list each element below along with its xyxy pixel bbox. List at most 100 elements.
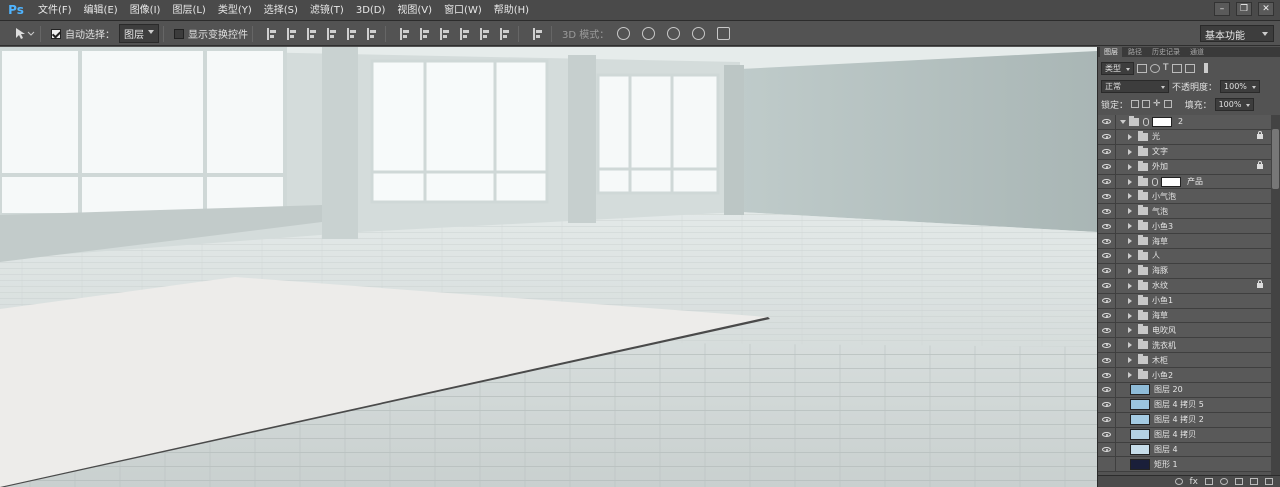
expand-closed-icon[interactable] bbox=[1128, 223, 1135, 230]
layer-row[interactable]: 小鱼2 bbox=[1098, 368, 1271, 384]
distribute-bottom-icon[interactable] bbox=[440, 27, 450, 40]
filter-pixel-icon[interactable] bbox=[1137, 63, 1147, 73]
visibility-eye-icon[interactable] bbox=[1098, 412, 1116, 427]
menu-item[interactable]: 视图(V) bbox=[391, 0, 438, 21]
layer-row[interactable]: 2 bbox=[1098, 115, 1271, 130]
distribute-vcenter-icon[interactable] bbox=[420, 27, 430, 40]
menu-item[interactable]: 滤镜(T) bbox=[304, 0, 350, 21]
distribute-top-icon[interactable] bbox=[400, 27, 410, 40]
layer-row[interactable]: 海草 bbox=[1098, 234, 1271, 250]
layer-row[interactable]: 文字 bbox=[1098, 144, 1271, 160]
expand-closed-icon[interactable] bbox=[1128, 163, 1135, 170]
blend-mode-dropdown[interactable]: 正常 bbox=[1101, 79, 1169, 93]
expand-closed-icon[interactable] bbox=[1128, 238, 1135, 245]
menu-item[interactable]: 3D(D) bbox=[350, 0, 392, 21]
layer-row[interactable]: 水纹 bbox=[1098, 278, 1271, 294]
new-layer-icon[interactable] bbox=[1250, 478, 1258, 485]
menu-item[interactable]: 类型(Y) bbox=[212, 0, 258, 21]
minimize-button[interactable]: – bbox=[1214, 2, 1230, 16]
visibility-eye-icon[interactable] bbox=[1098, 174, 1116, 189]
lock-image-icon[interactable] bbox=[1142, 100, 1151, 108]
expand-closed-icon[interactable] bbox=[1128, 148, 1135, 155]
layers-scrollbar[interactable] bbox=[1271, 115, 1280, 476]
visibility-eye-icon[interactable] bbox=[1098, 308, 1116, 323]
distribute-left-icon[interactable] bbox=[460, 27, 470, 40]
filter-kind-dropdown[interactable]: 类型 bbox=[1101, 61, 1134, 75]
slide-3d-icon[interactable] bbox=[692, 27, 706, 40]
layer-row[interactable]: 外加 bbox=[1098, 159, 1271, 175]
expand-closed-icon[interactable] bbox=[1128, 357, 1135, 364]
link-layers-icon[interactable] bbox=[1174, 478, 1183, 485]
filter-adjustment-icon[interactable] bbox=[1150, 63, 1160, 73]
visibility-eye-icon[interactable] bbox=[1098, 368, 1116, 383]
panel-tab[interactable]: 路径 bbox=[1124, 47, 1146, 57]
distribute-right-icon[interactable] bbox=[500, 27, 510, 40]
workspace-dropdown[interactable]: 基本功能 bbox=[1200, 25, 1274, 42]
delete-layer-icon[interactable] bbox=[1265, 478, 1273, 485]
expand-closed-icon[interactable] bbox=[1128, 372, 1135, 379]
visibility-eye-icon[interactable] bbox=[1098, 219, 1116, 234]
expand-closed-icon[interactable] bbox=[1128, 193, 1135, 200]
visibility-eye-icon[interactable] bbox=[1098, 427, 1116, 442]
opacity-input[interactable]: 100% bbox=[1220, 79, 1260, 93]
layer-thumbnail[interactable] bbox=[1130, 444, 1150, 456]
auto-select-checkbox[interactable] bbox=[51, 28, 61, 39]
move-tool-icon[interactable] bbox=[14, 27, 36, 41]
align-right-icon[interactable] bbox=[367, 27, 377, 40]
visibility-eye-icon[interactable] bbox=[1098, 457, 1116, 472]
visibility-eye-icon[interactable] bbox=[1098, 442, 1116, 457]
new-group-icon[interactable] bbox=[1235, 478, 1243, 485]
layer-row[interactable]: 图层 4 拷贝 bbox=[1098, 427, 1271, 443]
align-top-icon[interactable] bbox=[267, 27, 277, 40]
lock-position-icon[interactable]: ✛ bbox=[1153, 99, 1161, 109]
layer-row[interactable]: 木柜 bbox=[1098, 353, 1271, 369]
expand-closed-icon[interactable] bbox=[1128, 312, 1135, 319]
visibility-eye-icon[interactable] bbox=[1098, 144, 1116, 159]
align-hcenter-icon[interactable] bbox=[347, 27, 357, 40]
pan-3d-icon[interactable] bbox=[667, 27, 681, 40]
layer-thumbnail[interactable] bbox=[1130, 399, 1150, 411]
layer-row[interactable]: 光 bbox=[1098, 129, 1271, 145]
layer-thumbnail[interactable] bbox=[1130, 429, 1150, 441]
panel-tab[interactable]: 图层 bbox=[1100, 47, 1122, 57]
layer-row[interactable]: 电吹风 bbox=[1098, 323, 1271, 339]
lock-all-icon[interactable] bbox=[1163, 100, 1172, 108]
layer-thumbnail[interactable] bbox=[1130, 384, 1150, 396]
auto-select-dropdown[interactable]: 图层 bbox=[119, 24, 159, 43]
visibility-eye-icon[interactable] bbox=[1098, 115, 1116, 129]
filter-type-icon[interactable]: T bbox=[1163, 63, 1169, 73]
visibility-eye-icon[interactable] bbox=[1098, 129, 1116, 144]
visibility-eye-icon[interactable] bbox=[1098, 353, 1116, 368]
layer-mask-thumbnail[interactable] bbox=[1152, 116, 1172, 127]
menu-item[interactable]: 窗口(W) bbox=[438, 0, 488, 21]
layer-row[interactable]: 海豚 bbox=[1098, 263, 1271, 279]
scrollbar-thumb[interactable] bbox=[1272, 129, 1279, 189]
visibility-eye-icon[interactable] bbox=[1098, 263, 1116, 278]
add-mask-icon[interactable] bbox=[1205, 478, 1213, 485]
visibility-eye-icon[interactable] bbox=[1098, 189, 1116, 204]
layer-row[interactable]: 图层 4 拷贝 2 bbox=[1098, 412, 1271, 428]
layer-row[interactable]: 洗衣机 bbox=[1098, 338, 1271, 354]
close-button[interactable]: ✕ bbox=[1258, 2, 1274, 16]
scale-3d-icon[interactable] bbox=[717, 27, 731, 40]
expand-closed-icon[interactable] bbox=[1128, 133, 1135, 140]
expand-closed-icon[interactable] bbox=[1128, 252, 1135, 259]
layer-row[interactable]: 气泡 bbox=[1098, 204, 1271, 220]
visibility-eye-icon[interactable] bbox=[1098, 278, 1116, 293]
expand-closed-icon[interactable] bbox=[1128, 327, 1135, 334]
layer-row[interactable]: 小鱼3 bbox=[1098, 219, 1271, 235]
layer-thumbnail[interactable] bbox=[1130, 458, 1150, 470]
align-vcenter-icon[interactable] bbox=[287, 27, 297, 40]
visibility-eye-icon[interactable] bbox=[1098, 234, 1116, 249]
visibility-eye-icon[interactable] bbox=[1098, 382, 1116, 397]
layer-row[interactable]: 图层 20 bbox=[1098, 382, 1271, 398]
layer-row[interactable]: 海草 bbox=[1098, 308, 1271, 324]
visibility-eye-icon[interactable] bbox=[1098, 338, 1116, 353]
layer-row[interactable]: 小鱼1 bbox=[1098, 293, 1271, 309]
layer-row[interactable]: 矩形 1 bbox=[1098, 457, 1271, 473]
expand-closed-icon[interactable] bbox=[1128, 282, 1135, 289]
layer-row[interactable]: 小气泡 bbox=[1098, 189, 1271, 205]
visibility-eye-icon[interactable] bbox=[1098, 323, 1116, 338]
filter-shape-icon[interactable] bbox=[1171, 63, 1182, 73]
fx-icon[interactable]: fx bbox=[1190, 477, 1199, 487]
